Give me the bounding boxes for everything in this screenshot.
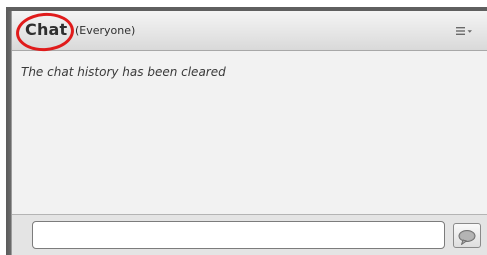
- system-message: The chat history has been cleared: [21, 65, 226, 79]
- pod-audience-label[interactable]: (Everyone): [75, 24, 135, 37]
- options-menu-button[interactable]: [453, 23, 475, 39]
- chat-pod: Chat (Everyone) The chat history has bee…: [11, 11, 487, 255]
- speech-bubble-icon: [458, 229, 476, 245]
- chat-message-input[interactable]: [32, 221, 445, 249]
- options-menu-icon: [456, 27, 472, 35]
- chat-composer: [12, 214, 487, 255]
- window-left-border: [0, 0, 11, 255]
- send-message-button[interactable]: [453, 223, 481, 248]
- chat-history[interactable]: The chat history has been cleared: [12, 51, 487, 214]
- app-window: Chat (Everyone) The chat history has bee…: [0, 0, 487, 255]
- window-top-border: [6, 0, 487, 11]
- pod-header: Chat (Everyone): [12, 11, 487, 51]
